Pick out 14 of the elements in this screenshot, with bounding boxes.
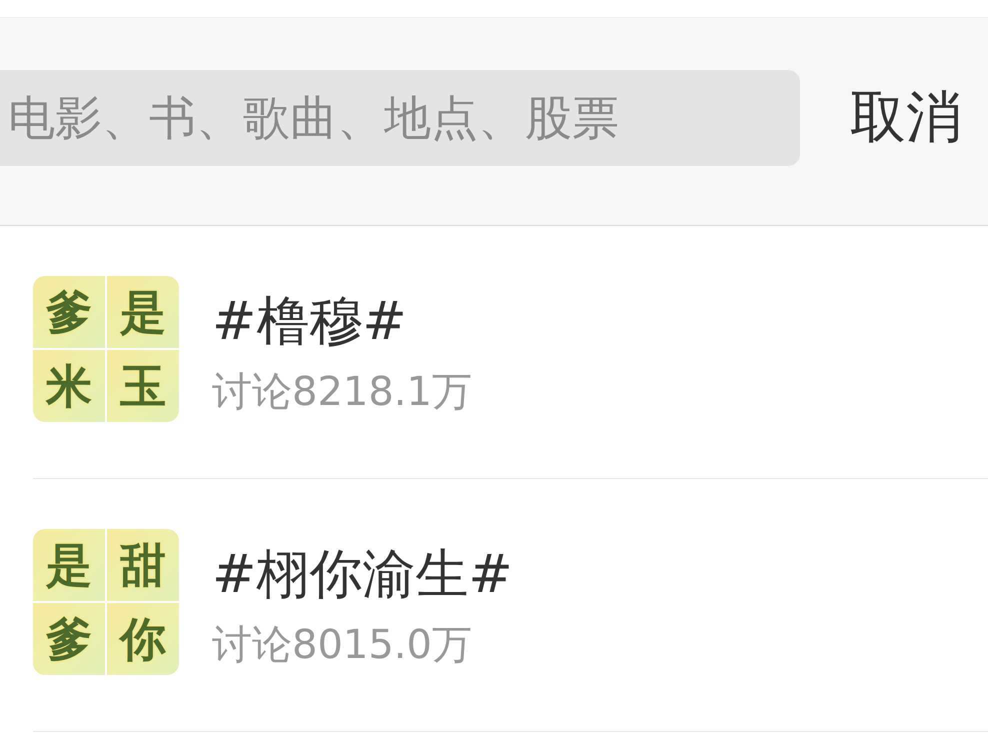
discussion-count: 讨论8015.0万: [212, 621, 473, 669]
avatar-tile: 玉: [107, 350, 179, 422]
avatar-tile: 是: [107, 276, 179, 348]
avatar-tile: 爹: [33, 603, 105, 675]
search-field[interactable]: 电影、书、歌曲、地点、股票: [0, 70, 800, 166]
discussion-count: 讨论8218.1万: [212, 368, 472, 416]
avatar-tile: 爹: [33, 276, 105, 348]
topic-title: #栩你渝生#: [212, 545, 513, 605]
avatar-tile: 甜: [107, 529, 179, 601]
cancel-button[interactable]: 取消: [850, 70, 962, 166]
topic-title: #橹穆#: [212, 292, 408, 352]
avatar-tile: 米: [33, 350, 105, 422]
avatar-tile: 你: [107, 603, 179, 675]
avatar-tile: 是: [33, 529, 105, 601]
